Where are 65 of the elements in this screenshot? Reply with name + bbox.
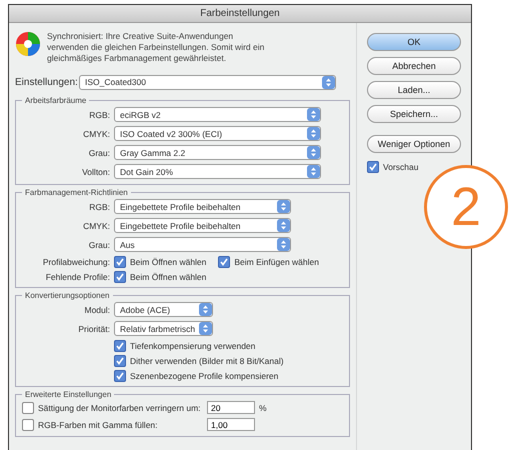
dialog-button[interactable]: Speichern...	[367, 105, 461, 123]
field-label: Profilabweichung:	[42, 256, 110, 266]
dialog-button[interactable]: OK	[367, 33, 461, 51]
dropdown-arrows-icon	[199, 303, 212, 316]
dropdown[interactable]: ISO_Coated300	[79, 74, 336, 90]
dropdown[interactable]: Adobe (ACE)	[114, 302, 213, 317]
group-title: Arbeitsfarbräume	[24, 96, 88, 105]
checkbox[interactable]	[114, 354, 126, 366]
dropdown-arrows-icon	[307, 127, 320, 140]
dropdown[interactable]: Aus	[114, 237, 291, 252]
dropdown[interactable]: ISO Coated v2 300% (ECI)	[114, 126, 321, 141]
checkbox[interactable]	[114, 340, 126, 352]
checkbox-label: Dither verwenden (Bilder mit 8 Bit/Kanal)	[130, 356, 284, 366]
color-wheel-icon	[15, 31, 41, 57]
field-label: RGB:	[88, 110, 110, 120]
dialog-button[interactable]: Weniger Optionen	[367, 135, 461, 153]
field-label: Fehlende Profile:	[44, 272, 110, 282]
dropdown-arrows-icon	[307, 108, 320, 121]
checkbox-label: Beim Öffnen wählen	[130, 256, 206, 266]
checkbox-label: Beim Öffnen wählen	[130, 272, 206, 282]
field-label: Einstellungen:	[15, 76, 75, 88]
checkbox[interactable]	[22, 418, 34, 430]
dropdown[interactable]: Relativ farbmetrisch	[114, 321, 213, 336]
dialog-button[interactable]: Laden...	[367, 81, 461, 99]
group-title: Konvertierungsoptionen	[24, 291, 111, 300]
dropdown-arrows-icon	[307, 146, 320, 159]
dropdown-arrows-icon	[307, 165, 320, 178]
unit-label: %	[259, 402, 267, 412]
field-label: Grau:	[88, 240, 110, 250]
dialog-button[interactable]: Abbrechen	[367, 57, 461, 75]
dropdown[interactable]: eciRGB v2	[114, 107, 321, 122]
input-field[interactable]: 1,00	[207, 418, 255, 431]
group-title: Erweiterte Einstellungen	[24, 390, 112, 399]
checkbox[interactable]	[367, 161, 379, 173]
checkbox-label: Vorschau	[383, 162, 418, 172]
field-label: RGB:	[88, 202, 110, 212]
field-label: Grau:	[88, 148, 110, 158]
group-title: Farbmanagement-Richtlinien	[24, 188, 129, 197]
dropdown-arrows-icon	[277, 219, 290, 232]
dropdown[interactable]: Gray Gamma 2.2	[114, 145, 321, 160]
field-label: CMYK:	[82, 220, 110, 230]
checkbox[interactable]	[114, 256, 126, 268]
field-label: Modul:	[83, 304, 110, 314]
checkbox[interactable]	[22, 402, 34, 414]
dropdown-arrows-icon	[322, 76, 335, 88]
checkbox-label: RGB-Farben mit Gamma füllen:	[38, 420, 159, 430]
dropdown-arrows-icon	[277, 200, 290, 213]
dropdown[interactable]: Eingebettete Profile beibehalten	[114, 218, 291, 233]
field-label: Priorität:	[77, 324, 110, 334]
dropdown[interactable]: Eingebettete Profile beibehalten	[114, 199, 291, 214]
checkbox-label: Szenenbezogene Profile kompensieren	[130, 370, 278, 380]
checkbox[interactable]	[114, 270, 126, 282]
description-text: Synchronisiert: Ihre Creative Suite-Anwendungen verwenden die gleichen Farbeinstellungen. Somit wird ein gleichmäßiges Farbmanagement gewährleistet.	[47, 31, 266, 64]
input-field[interactable]: 20	[207, 401, 255, 414]
checkbox[interactable]	[218, 256, 230, 268]
dropdown[interactable]: Dot Gain 20%	[114, 164, 321, 179]
checkbox-label: Tiefenkompensierung verwenden	[130, 340, 256, 350]
checkbox[interactable]	[114, 370, 126, 382]
checkbox-label: Sättigung der Monitorfarben verringern um:	[38, 402, 202, 412]
dropdown-arrows-icon	[277, 238, 290, 251]
window-title: Farbeinstellungen	[9, 5, 471, 23]
dropdown-arrows-icon	[199, 322, 212, 335]
field-label: CMYK:	[82, 128, 110, 138]
field-label: Vollton:	[81, 166, 110, 176]
checkbox-label: Beim Einfügen wählen	[234, 256, 319, 266]
